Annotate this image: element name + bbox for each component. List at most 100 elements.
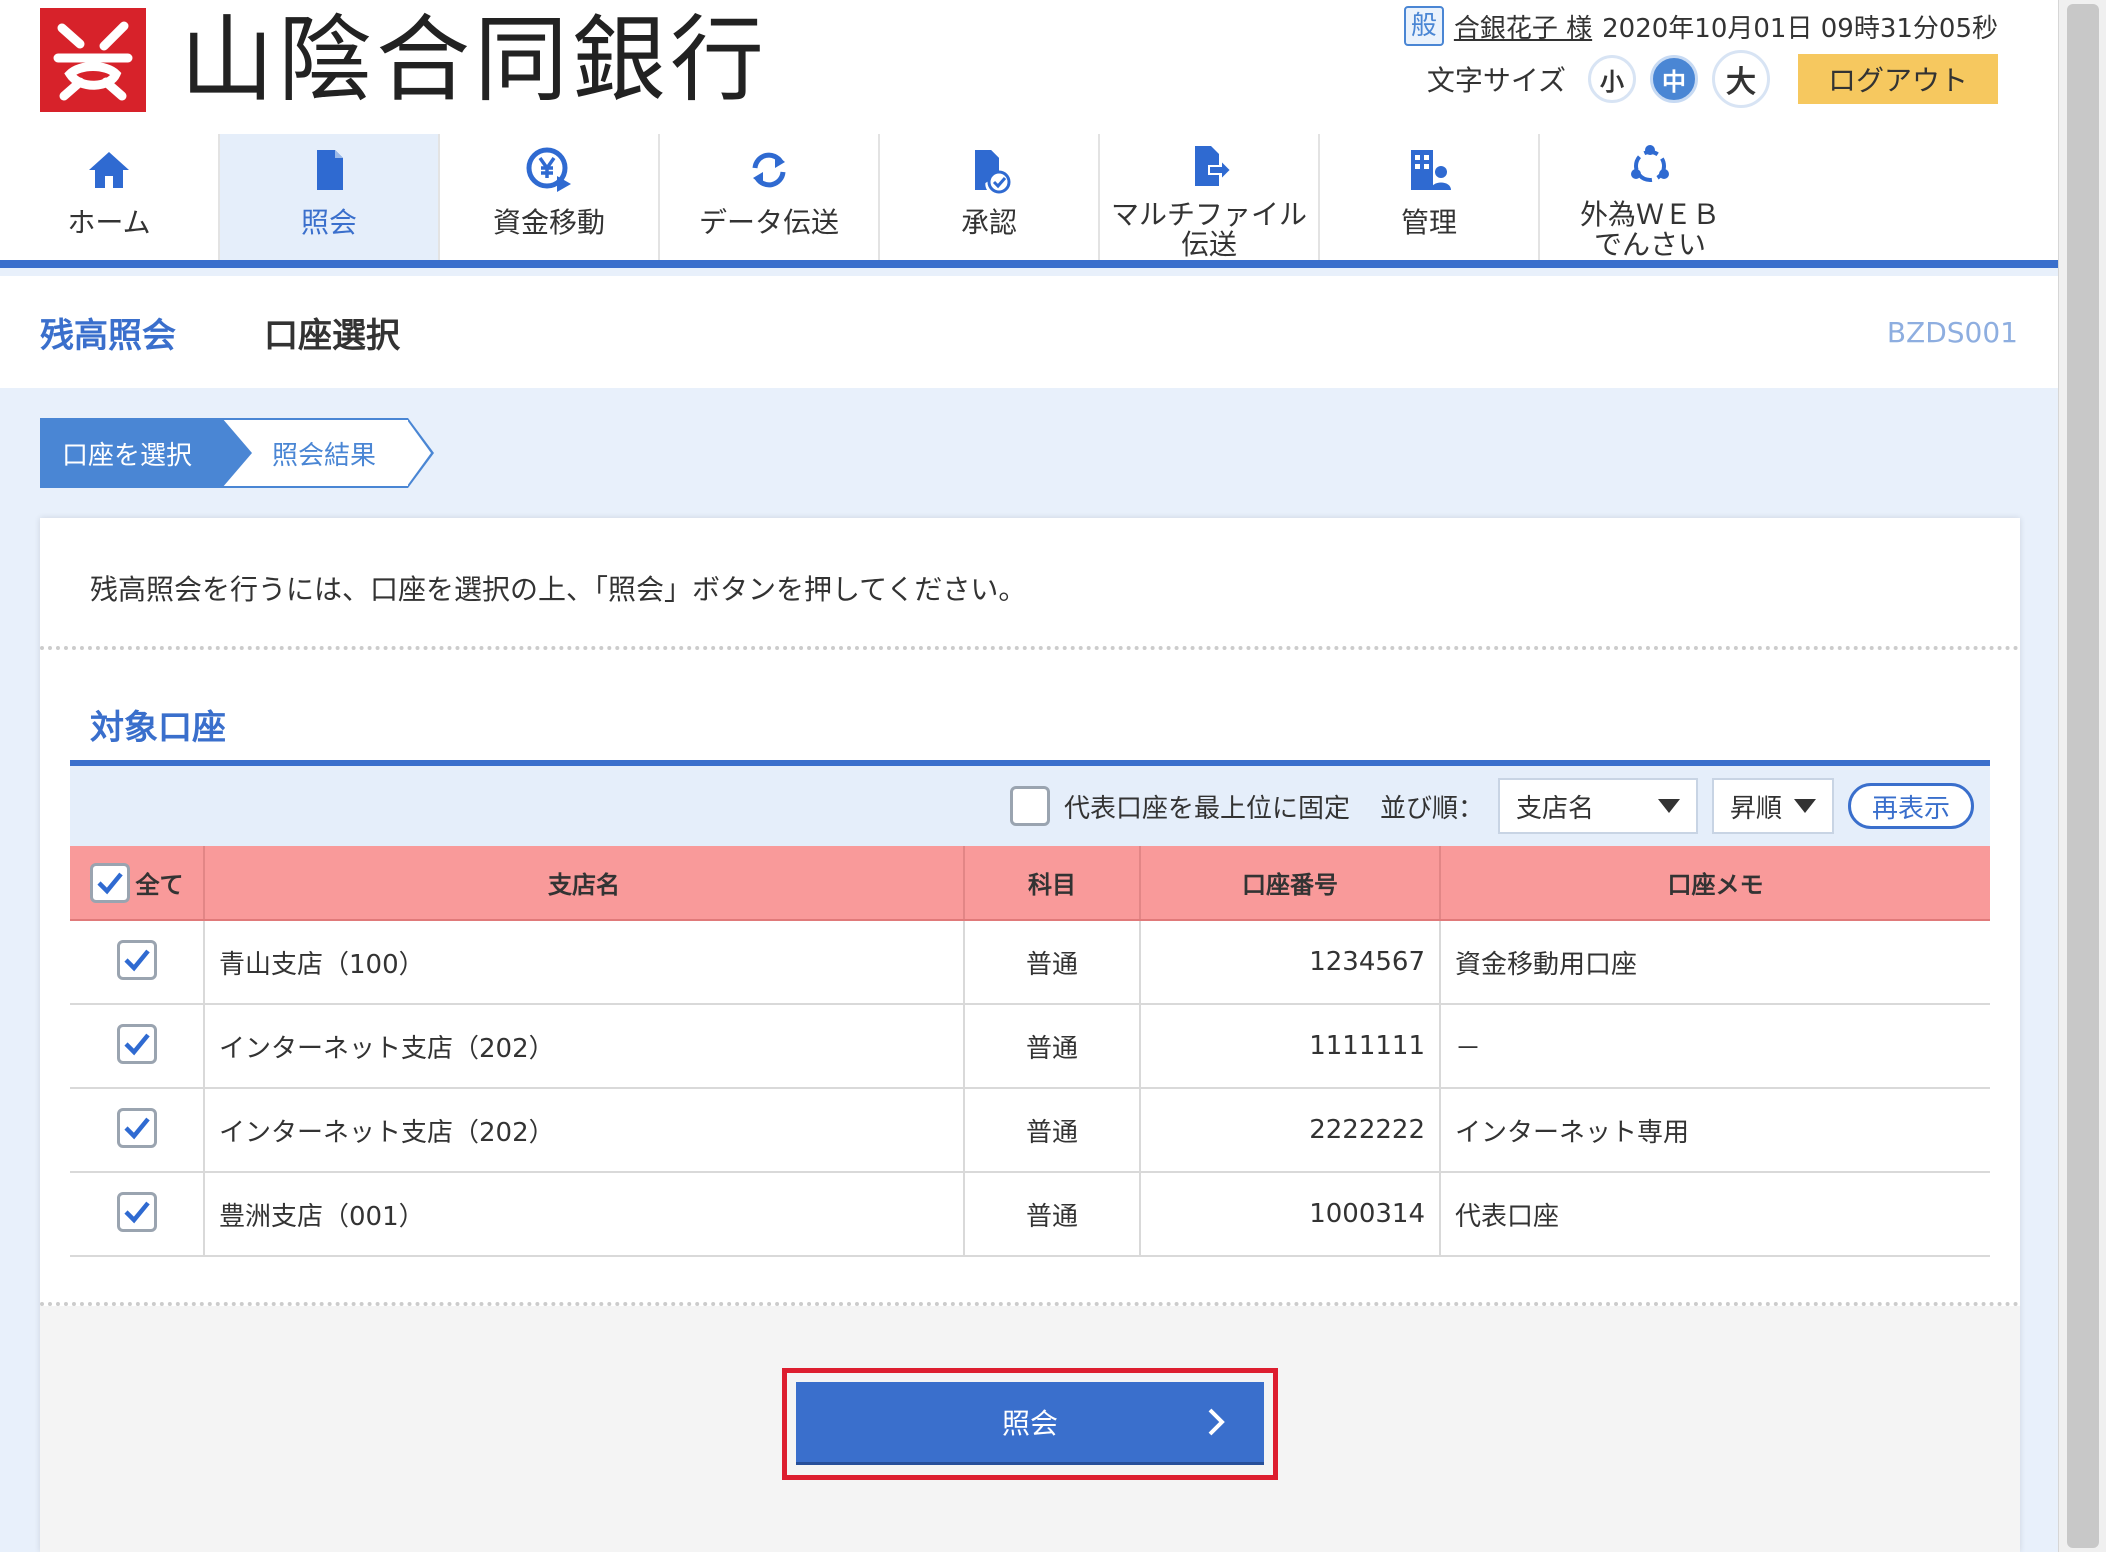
sort-order-value: 昇順: [1730, 793, 1783, 824]
login-timestamp: 2020年10月01日 09時31分05秒: [1602, 13, 1998, 44]
nav-forex-densai[interactable]: 外為ＷＥＢ でんさい: [1540, 134, 1760, 260]
table-row: 青山支店（100） 普通 1234567 資金移動用口座: [70, 920, 1990, 1005]
nav-approval-label: 承認: [960, 206, 1017, 239]
table-toolbar: 代表口座を最上位に固定 並び順： 支店名 昇順 再表示: [70, 760, 1990, 846]
cell-subject: 普通: [964, 1172, 1141, 1257]
cell-account-no: 2222222: [1140, 1088, 1441, 1173]
table-row: インターネット支店（202） 普通 1111111 －: [70, 1004, 1990, 1089]
bank-logo-icon: [40, 8, 146, 112]
nav-multi-file-label-line2: 伝送: [1180, 228, 1237, 261]
bank-name: 山陰合同銀行: [180, 6, 769, 115]
nav-inquiry-label: 照会: [300, 206, 357, 239]
chevron-down-icon: [1794, 799, 1816, 813]
table-header-row: 全て 支店名 科目 口座番号 口座メモ: [70, 846, 1990, 921]
scrollbar-thumb[interactable]: [2067, 4, 2099, 1548]
nav-data-transfer[interactable]: データ伝送: [660, 134, 880, 260]
table-row: インターネット支店（202） 普通 2222222 インターネット専用: [70, 1088, 1990, 1173]
table-row: 豊洲支店（001） 普通 1000314 代表口座: [70, 1172, 1990, 1257]
pin-rep-account-label: 代表口座を最上位に固定: [1063, 793, 1350, 824]
refresh-icon: [745, 140, 793, 200]
main-panel: 残高照会を行うには、口座を選択の上、「照会」ボタンを押してください。 対象口座 …: [40, 518, 2020, 1552]
cell-memo: 資金移動用口座: [1440, 920, 1990, 1005]
approve-icon: [965, 140, 1013, 200]
fontsize-large-button[interactable]: 大: [1712, 50, 1770, 108]
user-name-link[interactable]: 合銀花子 様: [1454, 8, 1592, 45]
nav-fund-transfer-label: 資金移動: [492, 206, 605, 239]
nav-multi-file-label-line1: マルチファイル: [1110, 198, 1307, 231]
chevron-right-icon: [1208, 1408, 1225, 1436]
nav-inquiry[interactable]: 照会: [220, 134, 440, 260]
section-title: 対象口座: [90, 708, 226, 748]
cell-account-no: 1111111: [1140, 1004, 1441, 1089]
col-branch: 支店名: [204, 846, 965, 921]
cell-branch: インターネット支店（202）: [204, 1088, 965, 1173]
nav-admin-label: 管理: [1400, 206, 1457, 239]
fontsize-controls: 文字サイズ 小 中 大 ログアウト: [1427, 50, 1998, 108]
col-memo: 口座メモ: [1440, 846, 1990, 921]
account-table: 全て 支店名 科目 口座番号 口座メモ 青山支店（100） 普通 1234567…: [70, 846, 1990, 1257]
chevron-down-icon: [1658, 799, 1680, 813]
page-subtitle: 口座選択: [264, 316, 400, 356]
yen-transfer-icon: [525, 140, 573, 200]
col-account-no: 口座番号: [1140, 846, 1441, 921]
page: 山陰合同銀行 般 合銀花子 様 2020年10月01日 09時31分05秒 文字…: [0, 0, 2058, 1552]
nav-home-label: ホーム: [67, 206, 151, 239]
pin-rep-account-checkbox[interactable]: [1009, 786, 1050, 826]
nav-multi-file-label: マルチファイル 伝送: [1111, 200, 1307, 260]
sort-field-value: 支店名: [1516, 793, 1595, 824]
row-checkbox[interactable]: [116, 940, 157, 980]
inquiry-submit-label: 照会: [1001, 1407, 1058, 1440]
sort-field-select[interactable]: 支店名: [1498, 778, 1698, 834]
admin-icon: [1405, 140, 1453, 200]
instruction-text: 残高照会を行うには、口座を選択の上、「照会」ボタンを押してください。: [90, 573, 1027, 606]
row-checkbox[interactable]: [116, 1108, 157, 1148]
cell-branch: インターネット支店（202）: [204, 1004, 965, 1089]
row-checkbox[interactable]: [116, 1024, 157, 1064]
cell-subject: 普通: [964, 920, 1141, 1005]
row-checkbox[interactable]: [116, 1192, 157, 1232]
step-select-account: 口座を選択: [40, 418, 252, 488]
page-titlebar: 残高照会 口座選択 BZDS001: [0, 276, 2058, 388]
fontsize-label: 文字サイズ: [1426, 64, 1566, 97]
sort-order-select[interactable]: 昇順: [1712, 778, 1834, 834]
col-all: 全て: [70, 846, 205, 921]
nav-multi-file[interactable]: マルチファイル 伝送: [1100, 134, 1320, 260]
check-icon: [123, 1117, 150, 1140]
nav-admin[interactable]: 管理: [1320, 134, 1540, 260]
sort-label: 並び順：: [1379, 793, 1484, 824]
home-icon: [85, 140, 133, 200]
cell-subject: 普通: [964, 1088, 1141, 1173]
screen-id: BZDS001: [1886, 316, 2018, 349]
check-icon: [123, 1201, 150, 1224]
cell-memo: －: [1440, 1004, 1990, 1089]
cell-account-no: 1000314: [1140, 1172, 1441, 1257]
forex-icon: [1626, 140, 1674, 192]
check-icon: [96, 872, 123, 894]
cell-memo: 代表口座: [1440, 1172, 1990, 1257]
user-info: 般 合銀花子 様 2020年10月01日 09時31分05秒: [1403, 6, 1998, 46]
logout-button[interactable]: ログアウト: [1798, 54, 1998, 104]
col-all-label: 全て: [135, 871, 184, 899]
page-title: 残高照会: [40, 316, 176, 356]
cell-account-no: 1234567: [1140, 920, 1441, 1005]
header: 山陰合同銀行 般 合銀花子 様 2020年10月01日 09時31分05秒 文字…: [0, 0, 2058, 134]
account-table-wrap: 代表口座を最上位に固定 並び順： 支店名 昇順 再表示 全て 支店名 科目 口座…: [70, 760, 1990, 1257]
select-all-checkbox[interactable]: [89, 862, 130, 903]
cell-branch: 豊洲支店（001）: [204, 1172, 965, 1257]
document-icon: [305, 140, 353, 200]
inquiry-submit-button[interactable]: 照会: [796, 1382, 1264, 1462]
nav-fund-transfer[interactable]: 資金移動: [440, 134, 660, 260]
vertical-scrollbar[interactable]: [2058, 0, 2106, 1552]
user-type-badge: 般: [1403, 6, 1444, 46]
nav-home[interactable]: ホーム: [0, 134, 220, 260]
nav-approval[interactable]: 承認: [880, 134, 1100, 260]
nav-forex-label-line1: 外為ＷＥＢ: [1579, 198, 1720, 231]
divider: [40, 646, 2020, 650]
global-nav: ホーム 照会 資金移動 データ伝送 承認 マルチファイル 伝送 管理 外為ＷＥＢ…: [0, 134, 2058, 268]
fontsize-medium-button[interactable]: 中: [1650, 55, 1698, 103]
cell-branch: 青山支店（100）: [204, 920, 965, 1005]
redisplay-button[interactable]: 再表示: [1848, 783, 1974, 829]
col-subject: 科目: [964, 846, 1141, 921]
cell-subject: 普通: [964, 1004, 1141, 1089]
fontsize-small-button[interactable]: 小: [1588, 55, 1636, 103]
